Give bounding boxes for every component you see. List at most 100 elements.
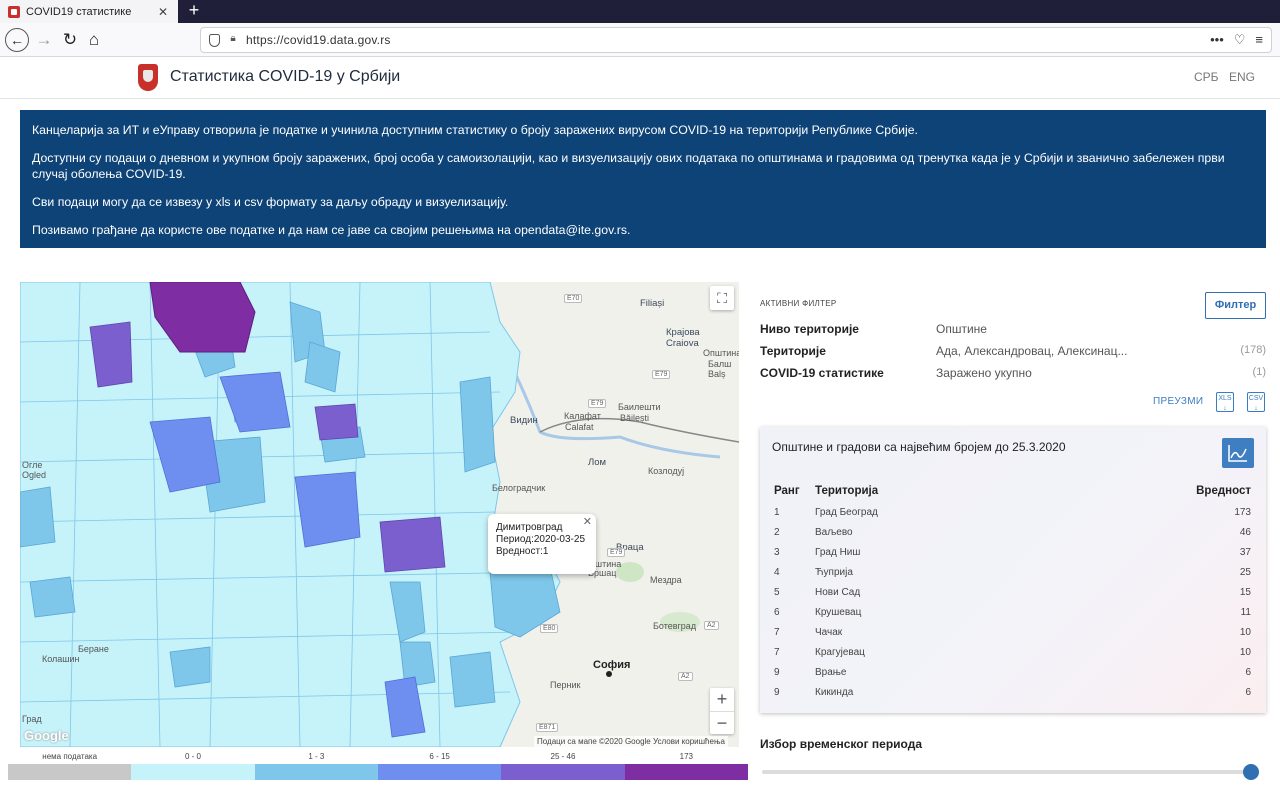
home-icon[interactable]: ⌂ [82,28,106,52]
address-url[interactable]: https://covid19.data.gov.rs [246,33,1210,47]
legend-label: 0 - 0 [184,752,201,761]
rank-cell: 7 [774,647,780,658]
pocket-icon[interactable]: ♡ [1234,32,1246,48]
choropleth-map[interactable]: Filiași Крајова Craiova Општина Балш Bal… [20,282,739,747]
table-row: 2 Ваљево 46 [760,527,1266,547]
map-label: Filiași [640,298,665,309]
map-attribution[interactable]: Подаци са мапе ©2020 Google Услови кориш… [534,736,728,747]
csv-download-icon[interactable]: CSV ↓ [1247,392,1265,412]
table-row: 9 Врање 6 [760,667,1266,687]
map-label: Перник [550,680,581,690]
language-srb-link[interactable]: СРБ [1194,70,1219,84]
table-row: 6 Крушевац 11 [760,607,1266,627]
value-header: Вредност [1196,485,1251,497]
legend-label: 1 - 3 [308,752,325,761]
zoom-control[interactable]: + − [710,688,734,734]
territory-cell: Крагујевац [815,647,865,658]
legend-label: 173 [679,752,693,761]
reload-icon[interactable]: ↻ [58,28,82,52]
value-cell: 46 [1239,527,1251,538]
legend-swatch [8,764,132,780]
legend-swatch [501,764,625,780]
forward-arrow-icon[interactable]: → [32,28,56,52]
browser-nav-bar: ← → ↻ ⌂ 🔒︎ https://covid19.data.gov.rs •… [0,23,1280,57]
period-slider-track[interactable] [762,770,1250,774]
language-eng-link[interactable]: ENG [1229,70,1255,84]
table-row: 9 Кикинда 6 [760,687,1266,707]
banner-paragraph: Канцеларија за ИТ и еУправу отворила је … [32,123,918,137]
filter-row: Ниво територије Општине [760,322,1266,340]
new-tab-button[interactable]: + [184,0,204,23]
territory-cell: Град Ниш [815,547,861,558]
map-label: Беране [78,644,109,654]
lock-icon[interactable]: 🔒︎ [226,33,240,47]
page-actions-icon[interactable]: ••• [1210,32,1224,48]
google-logo[interactable]: Google [24,728,69,743]
menu-icon[interactable]: ≡ [1255,32,1263,48]
road-shield: A2 [704,621,719,630]
fullscreen-icon[interactable]: ⛶ [710,286,734,310]
rank-cell: 1 [774,507,780,518]
legend-swatch [131,764,255,780]
road-shield: E79 [588,399,607,408]
table-row: 1 Град Београд 173 [760,507,1266,527]
filter-key: Ниво територије [760,322,859,336]
road-shield: E80 [540,624,559,633]
zoom-in-button[interactable]: + [710,688,734,711]
map-label: Balș [708,369,726,379]
territory-cell: Врање [815,667,847,678]
download-label[interactable]: ПРЕУЗМИ [1153,396,1203,407]
map-label: Мездра [650,575,682,585]
site-title[interactable]: Статистика COVID-19 у Србији [170,68,400,86]
serbia-coat-of-arms-icon[interactable] [138,64,158,91]
rank-cell: 6 [774,607,780,618]
banner-paragraph: Доступни су подаци о дневном и укупном б… [32,151,1225,181]
territory-cell: Кикинда [815,687,854,698]
filter-key: COVID-19 статистике [760,366,884,380]
address-bar[interactable]: 🔒︎ https://covid19.data.gov.rs ••• ♡ ≡ [200,27,1272,53]
territory-cell: Град Београд [815,507,878,518]
zoom-out-button[interactable]: − [710,712,734,735]
info-banner: Канцеларија за ИТ и еУправу отворила је … [20,110,1266,248]
map-canvas[interactable] [20,282,739,747]
active-filter-heading: АКТИВНИ ФИЛТЕР [760,299,837,308]
tab-close-icon[interactable]: ✕ [156,5,170,19]
line-chart-icon[interactable] [1222,438,1254,468]
site-favicon-icon [8,5,20,18]
map-label: София [593,659,631,671]
map-label: Огле [22,460,43,470]
map-label: Калафат [564,411,601,421]
value-cell: 173 [1234,507,1251,518]
map-tooltip: ✕ Димитровград Период:2020-03-25 Вреднос… [488,514,596,574]
tracking-shield-icon[interactable] [209,33,220,47]
tooltip-period: Период:2020-03-25 [496,534,586,545]
legend-swatch [254,764,378,780]
rank-cell: 5 [774,587,780,598]
map-label: Град [22,714,42,724]
value-cell: 15 [1239,587,1251,598]
tooltip-close-icon[interactable]: ✕ [583,516,592,528]
value-cell: 10 [1239,647,1251,658]
back-arrow-icon[interactable]: ← [5,28,29,52]
rank-header: Ранг [774,485,800,497]
map-label: Белоградчик [492,483,546,493]
map-label: Лом [588,457,607,468]
map-label: Видин [510,415,538,426]
road-shield: E871 [536,723,559,732]
ranking-card: Општине и градови са највећим бројем до … [760,427,1266,713]
filter-count: (178) [1240,344,1266,356]
table-row: 5 Нови Сад 15 [760,587,1266,607]
road-shield: E79 [607,548,626,557]
value-cell: 11 [1240,607,1251,618]
map-label: Ботевград [653,621,697,631]
period-slider-handle[interactable] [1243,764,1259,780]
filter-button[interactable]: Филтер [1205,292,1266,319]
browser-tab[interactable]: COVID19 статистике ✕ [0,0,178,23]
xls-download-icon[interactable]: XLS ↓ [1216,392,1234,412]
map-label: Calafat [565,422,594,432]
browser-tab-bar: COVID19 статистике ✕ + [0,0,1280,23]
site-header: Статистика COVID-19 у Србији СРБ ENG [0,57,1280,99]
banner-paragraph: Позивамо грађане да користе ове податке … [32,223,631,237]
road-shield: E70 [564,294,583,303]
rank-cell: 2 [774,527,780,538]
